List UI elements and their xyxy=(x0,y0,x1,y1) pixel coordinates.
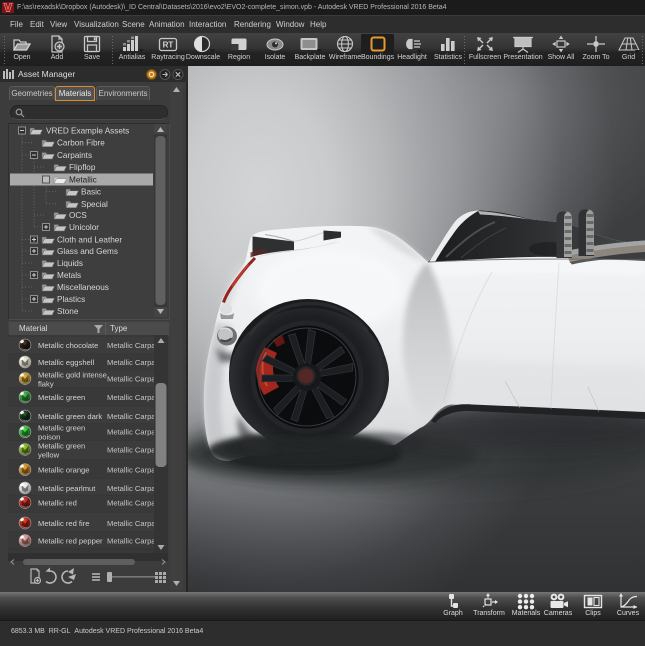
svg-text:Flipflop: Flipflop xyxy=(69,163,96,172)
svg-text:Cloth and Leather: Cloth and Leather xyxy=(57,236,122,245)
svg-text:OCS: OCS xyxy=(69,211,87,220)
svg-text:flaky: flaky xyxy=(38,380,54,389)
svg-text:poison: poison xyxy=(38,433,60,442)
svg-text:Metallic red: Metallic red xyxy=(38,499,77,508)
svg-text:Metallic green: Metallic green xyxy=(38,393,85,402)
svg-text:Liquids: Liquids xyxy=(57,259,83,268)
svg-text:Carpaints: Carpaints xyxy=(57,151,92,160)
svg-text:Metallic Carpai: Metallic Carpai xyxy=(107,537,158,546)
svg-text:Metallic Carpai: Metallic Carpai xyxy=(107,393,158,402)
svg-text:Unicolor: Unicolor xyxy=(69,223,99,232)
svg-text:VRED Example Assets: VRED Example Assets xyxy=(46,127,129,136)
svg-text:Metallic orange: Metallic orange xyxy=(38,466,90,475)
svg-text:Basic: Basic xyxy=(81,188,101,197)
svg-text:Metallic red pepper: Metallic red pepper xyxy=(38,537,103,546)
svg-text:Metallic: Metallic xyxy=(69,176,97,185)
svg-text:Metallic Carpai: Metallic Carpai xyxy=(107,341,158,350)
svg-text:Metals: Metals xyxy=(57,271,81,280)
svg-text:Metallic Carpai: Metallic Carpai xyxy=(107,445,158,454)
svg-text:Metallic Carpai: Metallic Carpai xyxy=(107,375,158,384)
svg-text:Metallic gold intense: Metallic gold intense xyxy=(38,371,107,380)
svg-text:Metallic Carpai: Metallic Carpai xyxy=(107,358,158,367)
svg-text:yellow: yellow xyxy=(38,450,60,459)
svg-text:Metallic green: Metallic green xyxy=(38,441,85,450)
svg-text:Glass and Gems: Glass and Gems xyxy=(57,247,118,256)
svg-text:Plastics: Plastics xyxy=(57,295,85,304)
svg-text:Carbon Fibre: Carbon Fibre xyxy=(57,139,105,148)
svg-text:Metallic green: Metallic green xyxy=(38,424,85,433)
svg-text:Metallic pearlmut: Metallic pearlmut xyxy=(38,484,96,493)
svg-text:Metallic Carpai: Metallic Carpai xyxy=(107,428,158,437)
svg-text:Miscellaneous: Miscellaneous xyxy=(57,283,109,292)
svg-text:Metallic red fire: Metallic red fire xyxy=(38,519,89,528)
svg-text:Metallic chocolate: Metallic chocolate xyxy=(38,341,98,350)
svg-text:Metallic Carpai: Metallic Carpai xyxy=(107,466,158,475)
svg-text:Special: Special xyxy=(81,200,108,209)
svg-text:RT: RT xyxy=(163,41,174,50)
svg-text:Stone: Stone xyxy=(57,307,79,316)
svg-text:Metallic Carpai: Metallic Carpai xyxy=(107,519,158,528)
svg-text:Metallic Carpai: Metallic Carpai xyxy=(107,499,158,508)
svg-text:Metallic Carpai: Metallic Carpai xyxy=(107,484,158,493)
svg-text:Metallic green dark: Metallic green dark xyxy=(38,412,102,421)
svg-text:Metallic Carpai: Metallic Carpai xyxy=(107,412,158,421)
svg-text:Metallic eggshell: Metallic eggshell xyxy=(38,358,94,367)
